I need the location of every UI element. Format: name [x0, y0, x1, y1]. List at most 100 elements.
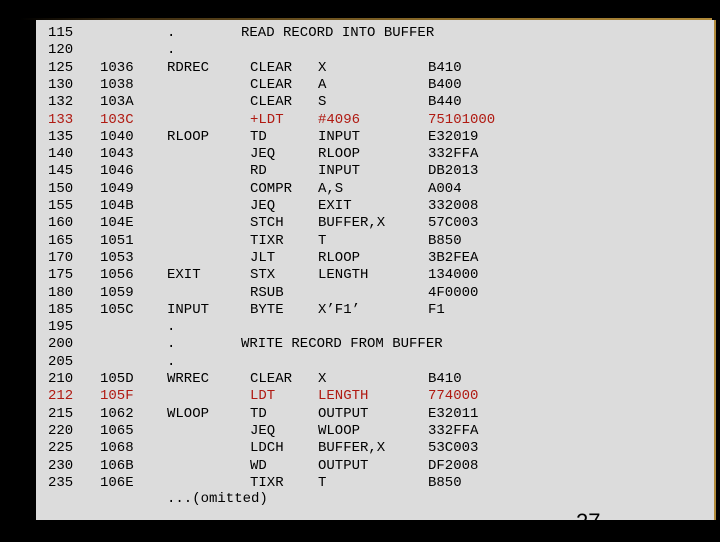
label: WLOOP	[167, 405, 210, 422]
line-number: 145	[48, 163, 74, 180]
operand: OUTPUT	[318, 405, 369, 422]
line-number: 140	[48, 146, 74, 163]
line-number: 195	[48, 319, 74, 336]
opcode: LDT	[250, 388, 276, 405]
omitted-note-row: ...(omitted)	[36, 491, 268, 508]
line-number: 185	[48, 301, 74, 318]
operand: INPUT	[318, 128, 361, 145]
location: 105F	[100, 388, 134, 405]
location: 1051	[100, 232, 134, 249]
opcode: TIXR	[250, 474, 284, 491]
operand: BUFFER,X	[318, 215, 386, 232]
opcode: STX	[250, 267, 276, 284]
operand: S	[318, 94, 327, 111]
location: 106B	[100, 457, 134, 474]
operand: #4096	[318, 111, 361, 128]
operand: RLOOP	[318, 146, 361, 163]
object-code: 57C003	[428, 215, 479, 232]
line-number: 160	[48, 215, 74, 232]
location: 105D	[100, 371, 134, 387]
label: INPUT	[167, 301, 210, 318]
opcode: WD	[250, 457, 267, 474]
operand: RLOOP	[318, 249, 361, 266]
opcode: CLEAR	[250, 59, 293, 76]
operand: T	[318, 232, 327, 249]
line-number: 225	[48, 440, 74, 457]
operand: T	[318, 474, 327, 491]
opcode: CLEAR	[250, 94, 293, 111]
label: RDREC	[167, 59, 210, 76]
object-code: 332FFA	[428, 146, 479, 163]
location: 104B	[100, 198, 134, 214]
line-number: 215	[48, 405, 74, 422]
operand: BUFFER,X	[318, 440, 386, 457]
line-number: 230	[48, 457, 74, 474]
location: 1068	[100, 440, 134, 457]
label: WRREC	[167, 371, 210, 387]
line-number: 205	[48, 353, 74, 370]
line-number: 115	[48, 25, 74, 41]
object-code: B850	[428, 474, 462, 491]
object-code: 134000	[428, 267, 479, 284]
opcode: TD	[250, 405, 267, 422]
label: .	[167, 336, 176, 353]
line-number: 235	[48, 474, 74, 491]
line-number: 210	[48, 371, 74, 387]
opcode: BYTE	[250, 301, 284, 318]
opcode: CLEAR	[250, 76, 293, 93]
line-number: 155	[48, 198, 74, 214]
line-number: 133	[48, 111, 74, 128]
object-code: B410	[428, 59, 462, 76]
opcode: TD	[250, 128, 267, 145]
object-code: 4F0000	[428, 284, 479, 301]
object-code: 75101000	[428, 111, 496, 128]
object-code: DF2008	[428, 457, 479, 474]
label: EXIT	[167, 267, 201, 284]
location: 1043	[100, 146, 134, 163]
location: 1049	[100, 180, 134, 197]
opcode: COMPR	[250, 180, 293, 197]
line-number: 125	[48, 59, 74, 76]
line-number: 170	[48, 249, 74, 266]
object-code: B850	[428, 232, 462, 249]
object-code: 3B2FEA	[428, 249, 479, 266]
line-number: 150	[48, 180, 74, 197]
object-code: B410	[428, 371, 462, 387]
comment: READ RECORD INTO BUFFER	[241, 25, 435, 41]
line-number: 130	[48, 76, 74, 93]
operand: A	[318, 76, 327, 93]
location: 103A	[100, 94, 134, 111]
location: 1059	[100, 284, 134, 301]
line-number: 220	[48, 422, 74, 439]
opcode: JEQ	[250, 198, 276, 214]
operand: X	[318, 59, 327, 76]
opcode: +LDT	[250, 111, 284, 128]
operand: A,S	[318, 180, 344, 197]
omitted-note: ...(omitted)	[167, 491, 268, 507]
opcode: STCH	[250, 215, 284, 232]
opcode: RD	[250, 163, 267, 180]
operand: LENGTH	[318, 388, 369, 405]
operand: OUTPUT	[318, 457, 369, 474]
location: 1040	[100, 128, 134, 145]
location: 1062	[100, 405, 134, 422]
opcode: LDCH	[250, 440, 284, 457]
code-listing-panel: 115. READ RECORD INTO BUFFER 120. 125 1036 RD…	[36, 20, 716, 520]
opcode: CLEAR	[250, 371, 293, 387]
page-number: 27	[576, 509, 601, 534]
location: 103C	[100, 111, 134, 128]
opcode: JLT	[250, 249, 276, 266]
label: .	[167, 353, 176, 370]
location: 1053	[100, 249, 134, 266]
location: 105C	[100, 301, 134, 318]
operand: X’F1’	[318, 301, 361, 318]
label: RLOOP	[167, 128, 210, 145]
object-code: B400	[428, 76, 462, 93]
line-number: 135	[48, 128, 74, 145]
label: .	[167, 25, 176, 41]
object-code: E32019	[428, 128, 479, 145]
object-code: 774000	[428, 388, 479, 405]
label: .	[167, 319, 176, 336]
line-number: 175	[48, 267, 74, 284]
operand: EXIT	[318, 198, 352, 214]
